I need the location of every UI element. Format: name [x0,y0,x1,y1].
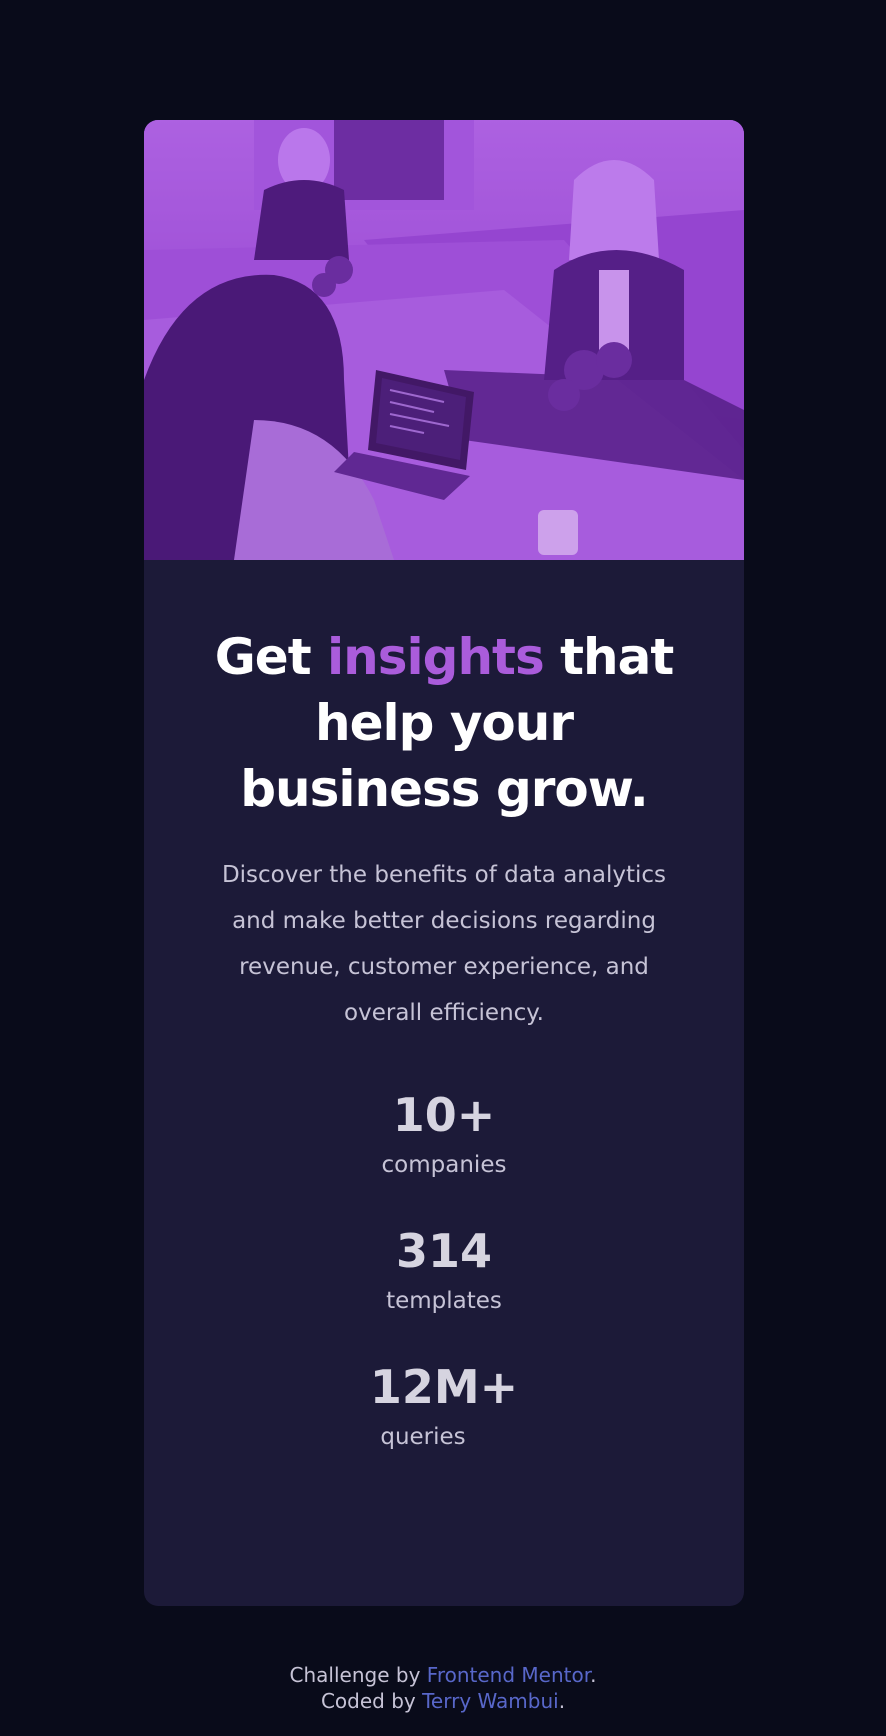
stat-value: 314 [395,1224,493,1278]
attribution-line-coded: Coded by Terry Wambui. [0,1688,886,1714]
stat-label: companies [381,1152,507,1178]
coded-by-prefix: Coded by [320,1689,423,1713]
frontend-mentor-link[interactable]: Frontend Mentor [427,1663,590,1687]
author-link[interactable]: Terry Wambui [422,1689,559,1713]
attribution-footer: Challenge by Frontend Mentor. Coded by T… [0,1662,886,1714]
stat-templates: 314 templates [204,1224,684,1316]
stat-label: templates [386,1288,502,1314]
hero-image [144,120,744,560]
stats-list: 10+ companies 314 templates 12M+ queries [204,1088,684,1452]
stat-value: 12M+ [369,1360,519,1414]
stat-label: queries [380,1424,466,1450]
attribution-line-challenge: Challenge by Frontend Mentor. [0,1662,886,1688]
stat-companies: 10+ companies [204,1088,684,1180]
attribution-prefix: Challenge by [289,1663,427,1687]
description: Discover the benefits of data analytics … [221,862,667,1026]
headline-accent: insights [327,628,545,686]
attribution-suffix: . [590,1663,597,1687]
headline: Get insights that help your business gro… [204,624,684,822]
card-content: Get insights that help your business gro… [144,560,744,1452]
stats-preview-card: Get insights that help your business gro… [144,120,744,1606]
page: Get insights that help your business gro… [0,0,886,1736]
hero-illustration [144,120,744,560]
headline-part1: Get [214,628,328,686]
coded-by-suffix: . [558,1689,566,1713]
stat-value: 10+ [392,1088,496,1142]
stat-queries: 12M+ queries [204,1360,684,1452]
